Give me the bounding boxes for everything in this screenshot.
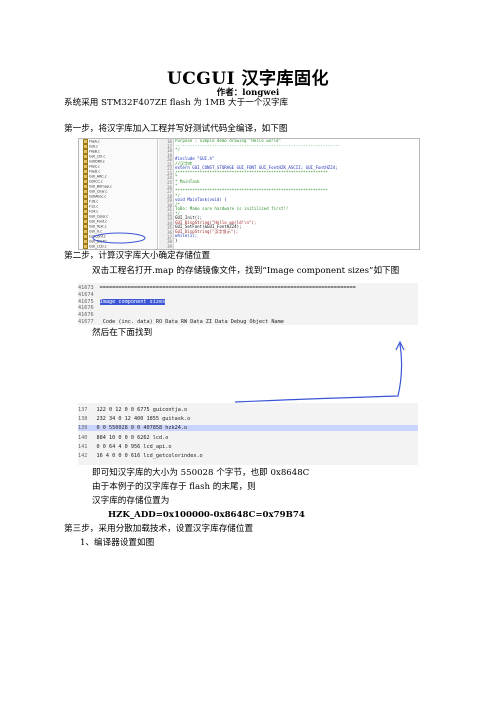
project-tree-item-label: GUI_Char.c <box>89 189 108 194</box>
map-file-screenshot-1: 41673 ===================================… <box>78 283 418 325</box>
map-row-text: 232 34 0 12 400 1855 guitask.o <box>93 416 191 423</box>
step3-subheading: 1、编译器设置如图 <box>80 538 155 548</box>
map-row-text: 0 0 64 4 0 956 lcd_api.o <box>93 443 172 450</box>
map-row: 41676 <box>78 305 100 311</box>
map-row-text: 16 4 0 0 0 616 lcd_getcolorindex.o <box>93 453 203 459</box>
project-tree-item-label: F16.c <box>89 199 99 204</box>
map-row: 41675 Image component sizes <box>78 298 166 305</box>
map-row: 41674 <box>78 292 100 298</box>
project-tree-item-label: GUIAlloc.c <box>89 194 107 199</box>
project-tree-item-label: GUI_ctrl.c <box>89 154 106 159</box>
map-row-number: 137 <box>78 407 88 413</box>
map-row-number: 41676 <box>78 305 94 312</box>
project-tree-item-label: GUI.c <box>89 144 99 149</box>
project-tree-item-label: GUI_Color.c <box>89 214 109 219</box>
project-tree-item-label: GUICC.c <box>89 179 103 184</box>
map-row-number: 41675 <box>78 298 94 305</box>
project-tree-item-label: GUI_ARC.c <box>89 174 107 179</box>
line-number: 39 <box>167 243 172 249</box>
map-row-text: 122 0 12 0 0 6775 guicontja.o <box>93 407 188 413</box>
map-file-screenshot-2: 137 122 0 12 0 0 6775 guicontja.o 138 232… <box>78 403 418 465</box>
project-tree-item-label: GUIDRV.c <box>89 159 105 164</box>
map-row-number: 141 <box>78 443 88 450</box>
storage-note: 由于本例子的汉字库存于 flash 的末尾，则 <box>92 482 256 492</box>
map-row-text: 0 0 550028 0 0 407858 hzk24.o <box>93 425 188 432</box>
project-tree-item-label: GUI_Font.c <box>89 219 108 224</box>
map-row-text: Image component sizes <box>99 298 166 305</box>
step3-heading: 第三步，采用分散加载技术，设置汉字库存储位置 <box>64 524 254 534</box>
code-editor: Purpose : Simple demo drawing "Hello wor… <box>175 139 419 249</box>
map-row: 41677 Code (inc. data) RO Data RW Data Z… <box>78 319 284 325</box>
map-row: 142 16 4 0 0 0 616 lcd_getcolorindex.o <box>78 453 203 459</box>
storage-position-label: 汉字库的存储位置为 <box>92 496 170 506</box>
then-find-text: 然后在下面找到 <box>92 328 153 338</box>
code-line[interactable] <box>175 244 419 249</box>
map-row-number: 140 <box>78 434 88 441</box>
annotation-circle <box>92 232 146 244</box>
map-row-number: 41674 <box>78 291 94 298</box>
intro-text: 系统采用 STM32F407ZE flash 为 1MB 大于一个汉字库 <box>64 98 289 108</box>
map-row-number: 41677 <box>78 319 94 325</box>
map-row: 140 884 10 0 0 0 6262 lcd.o <box>78 435 168 441</box>
map-row: 139 0 0 550028 0 0 407858 hzk24.o <box>78 425 418 432</box>
map-row: 141 0 0 64 4 0 956 lcd_api.o <box>78 444 171 450</box>
map-row-number: 138 <box>78 416 88 423</box>
address-formula: HZK_ADD=0x100000-0x8648C=0x79B74 <box>108 510 305 520</box>
size-note: 即可知汉字库的大小为 550028 个字节，也即 0x8648C <box>92 468 310 478</box>
map-row-text: ========================================… <box>99 285 356 291</box>
author-line: 作者：longwei <box>216 88 280 98</box>
map-row-text: Code (inc. data) RO Data RW Data ZI Data… <box>99 319 284 325</box>
map-row: 137 122 0 12 0 0 6775 guicontja.o <box>78 407 187 413</box>
map-row: 138 232 34 0 12 400 1855 guitask.o <box>78 416 190 422</box>
map-row-number: 139 <box>78 425 88 432</box>
step1-heading: 第一步，将汉字库加入工程并写好测试代码全编译，如下图 <box>64 124 288 134</box>
annotation-arrow <box>234 340 405 403</box>
project-tree-item-label: FileD.c <box>89 169 101 174</box>
map-row-number: 142 <box>78 453 88 459</box>
line-number-gutter: 16 17 18 19 20 21 22 23 24 25 26 27 28 29 30 31 32 33 34 35… <box>159 139 174 249</box>
project-tree-item-label: FileA.c <box>89 139 100 144</box>
project-tree-item-label: F12.c <box>89 204 99 209</box>
project-tree-item-label: F24.c <box>89 209 99 214</box>
project-tree-item-label: FileC.c <box>89 164 100 169</box>
map-row: 41676 <box>78 312 100 318</box>
project-tree-item-label: GUI_Bitmap.c <box>89 184 112 189</box>
map-row-number: 41673 <box>78 285 94 291</box>
ide-screenshot: FileA.c GUI.c FileB.c GUI_ctrl.c GUIDRV.c Fil… <box>78 138 420 250</box>
step2-description: 双击工程名打开.map 的存储镜像文件，找到“Image component s… <box>92 266 400 276</box>
map-row-text: 884 10 0 0 0 6262 lcd.o <box>93 434 169 441</box>
project-tree-item-label: FileB.c <box>89 149 100 154</box>
map-row: 41673 ===================================… <box>78 285 356 291</box>
map-row-number: 41676 <box>78 312 94 319</box>
step2-heading: 第二步，计算汉字库大小确定存储位置 <box>64 251 211 261</box>
